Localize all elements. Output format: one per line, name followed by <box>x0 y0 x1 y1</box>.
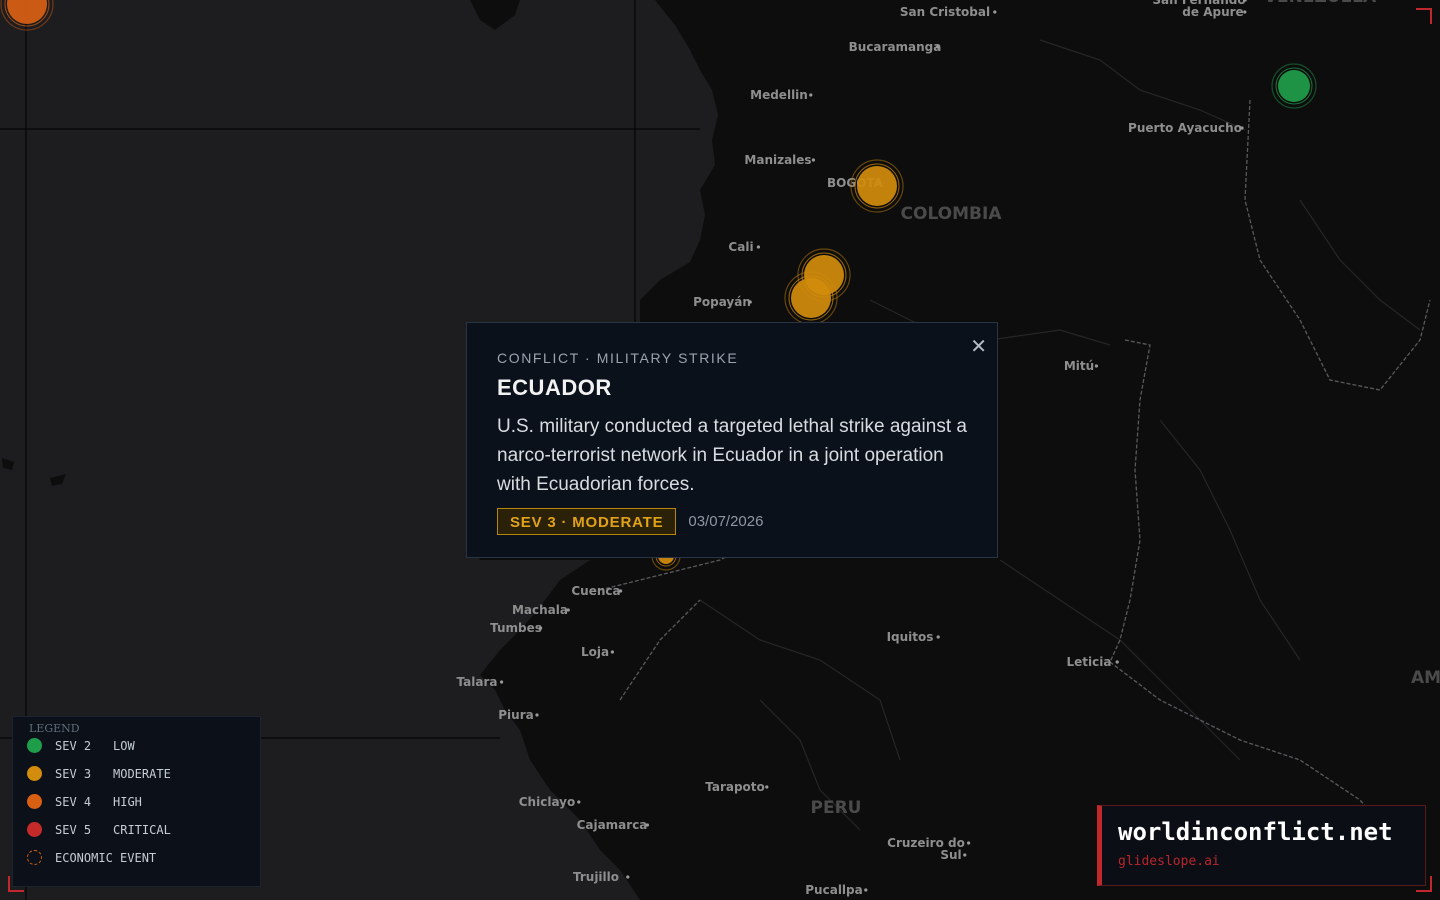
island <box>470 0 520 30</box>
city-dot <box>626 875 630 879</box>
event-title: ECUADOR <box>497 375 612 400</box>
event-popup: ✕ CONFLICT · MILITARY STRIKE ECUADOR U.S… <box>466 322 998 558</box>
city-dot <box>811 158 816 162</box>
site-credit[interactable]: glideslope.ai <box>1118 854 1220 869</box>
legend-item-sev3: SEV 3 MODERATE <box>27 766 171 781</box>
city-dot <box>1243 10 1247 14</box>
legend-sev: SEV 4 <box>55 794 92 809</box>
city-dot <box>619 589 623 593</box>
island-small <box>2 458 66 486</box>
city-dot <box>756 245 761 249</box>
city-label: Cajamarca <box>577 818 648 832</box>
city-label: Pucallpa <box>805 883 862 897</box>
city-label: Medellin <box>750 88 808 102</box>
legend-sev: SEV 3 <box>55 766 92 781</box>
sev3-dot-icon <box>27 766 42 781</box>
city-dot <box>1115 660 1119 664</box>
country-label: COLOMBIA <box>901 204 1003 224</box>
city-dot <box>539 626 543 630</box>
event-marker-sev3[interactable] <box>784 271 838 325</box>
city-dot <box>963 853 967 857</box>
city-dot <box>765 785 769 789</box>
city-label: Cali <box>728 240 753 254</box>
city-dot <box>967 841 971 845</box>
city-dot <box>993 10 997 14</box>
city-label: Leticia <box>1067 655 1112 669</box>
city-label: Talara <box>457 675 498 689</box>
event-description: U.S. military conducted a targeted letha… <box>497 416 967 495</box>
legend-sev: SEV 5 <box>55 822 92 837</box>
event-meta: SEV 3 · MODERATE 03/07/2026 <box>497 508 967 535</box>
city-label: Sul <box>940 848 961 862</box>
legend-sev: SEV 2 <box>55 738 92 753</box>
legend-label: CRITICAL <box>113 822 171 837</box>
legend-label: HIGH <box>113 794 142 809</box>
event-date: 03/07/2026 <box>688 513 764 530</box>
event-marker-sev3[interactable] <box>850 159 904 213</box>
city-label: Manizales <box>744 153 811 167</box>
legend-label: ECONOMIC EVENT <box>55 850 157 865</box>
city-label: Tarapoto <box>705 780 765 794</box>
event-marker-sev4[interactable] <box>0 0 54 31</box>
city-dot <box>1240 126 1244 130</box>
country-label: VENEZUELA <box>1264 0 1377 7</box>
city-label: Popayán <box>693 295 751 309</box>
site-name[interactable]: worldinconflict.net <box>1118 818 1393 846</box>
city-dot <box>535 713 539 717</box>
legend-item-sev5: SEV 5 CRITICAL <box>27 822 171 837</box>
legend-label: LOW <box>113 738 135 753</box>
legend-item-sev2: SEV 2 LOW <box>27 738 135 753</box>
sev4-dot-icon <box>27 794 42 809</box>
city-dot <box>748 300 752 304</box>
brand-box: worldinconflict.net glideslope.ai <box>1097 805 1426 886</box>
city-label: de Apure <box>1182 5 1243 19</box>
city-label: Loja <box>581 645 609 659</box>
legend-title: LEGEND <box>29 722 80 735</box>
city-label: Machala <box>512 603 568 617</box>
city-dot <box>500 680 504 684</box>
city-label: Mitú <box>1064 359 1094 373</box>
legend-panel: LEGEND SEV 2 LOW SEV 3 MODERATE SEV 4 HI… <box>12 716 261 887</box>
city-label: Cuenca <box>571 584 620 598</box>
event-marker-sev2[interactable] <box>1271 63 1317 109</box>
country-label: AM <box>1411 668 1440 688</box>
city-label: Tumbes <box>490 621 542 635</box>
severity-badge: SEV 3 · MODERATE <box>497 508 677 535</box>
city-dot <box>566 608 570 612</box>
city-dot <box>1094 364 1098 368</box>
legend-item-economic: ECONOMIC EVENT <box>27 850 156 865</box>
frame-corner-top-right <box>1416 8 1432 24</box>
legend-label: MODERATE <box>113 766 171 781</box>
country-label: PERU <box>811 798 862 818</box>
sev5-dot-icon <box>27 822 42 837</box>
legend-item-sev4: SEV 4 HIGH <box>27 794 142 809</box>
city-label: San Cristobal <box>900 5 990 19</box>
city-label: Puerto Ayacucho <box>1128 121 1242 135</box>
city-label: Bucaramanga <box>849 40 942 54</box>
city-dot <box>645 823 650 827</box>
event-category: CONFLICT · MILITARY STRIKE <box>497 350 739 366</box>
economic-event-icon <box>27 850 42 865</box>
sev2-dot-icon <box>27 738 42 753</box>
city-label: Iquitos <box>887 630 934 644</box>
city-label: Trujillo <box>573 870 619 884</box>
city-label: Chiclayo <box>519 795 575 809</box>
city-dot <box>610 650 615 654</box>
city-dot <box>936 45 940 49</box>
close-icon[interactable]: ✕ <box>970 337 987 357</box>
city-dot <box>809 93 813 97</box>
city-dot <box>577 800 581 804</box>
city-label: Piura <box>498 708 533 722</box>
city-dot <box>936 635 940 639</box>
city-dot <box>864 888 868 892</box>
